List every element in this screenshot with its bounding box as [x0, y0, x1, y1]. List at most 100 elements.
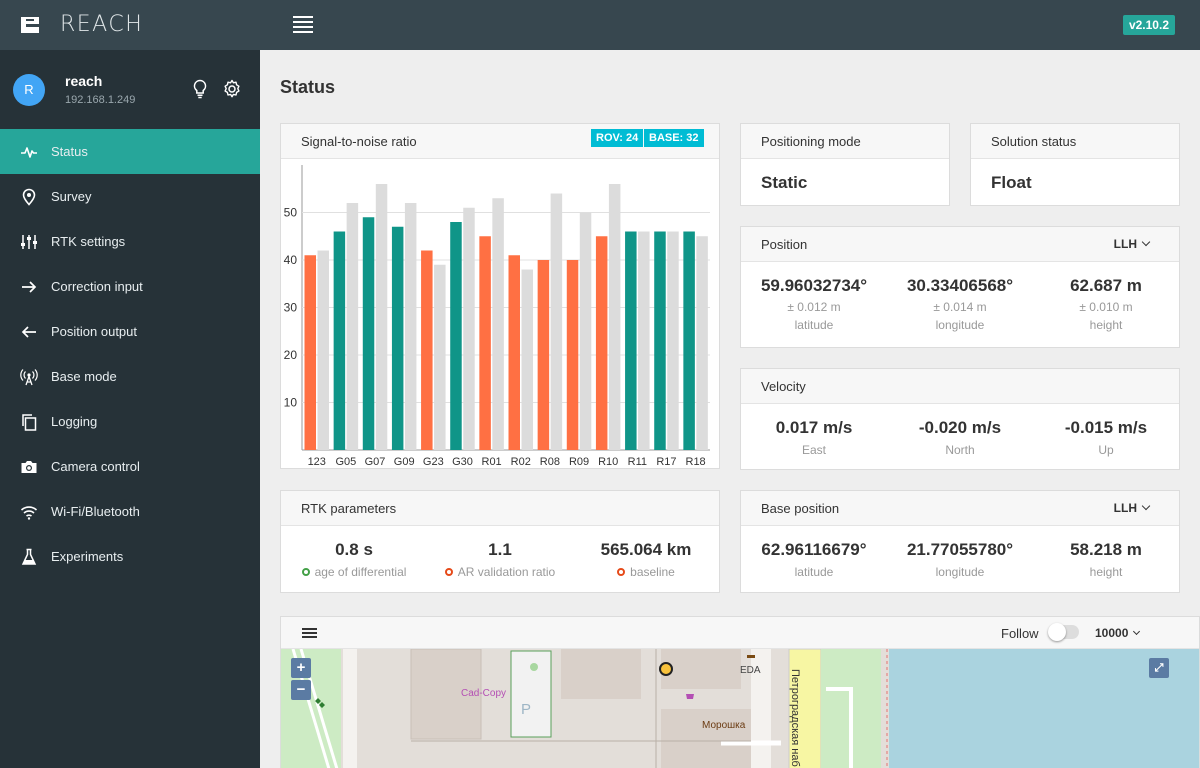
base-bar: [638, 231, 650, 450]
page-title: Status: [280, 77, 336, 97]
base-bar: [346, 203, 359, 450]
chevron-down-icon: [1141, 501, 1151, 511]
status-dot-red-icon: [617, 568, 626, 576]
nav-item-survey[interactable]: Survey: [0, 174, 260, 219]
snr-title: Signal-to-noise ratio: [301, 133, 417, 149]
nav-item-camera-control[interactable]: Camera control: [0, 444, 260, 489]
avatar: R: [13, 74, 45, 106]
height-accuracy: ± 0.010 m: [1079, 300, 1133, 314]
solution-status-header: Solution status: [971, 124, 1179, 159]
chevron-down-icon: [1133, 627, 1141, 636]
positioning-mode-title: Positioning mode: [761, 133, 861, 149]
rover-bar: [391, 226, 404, 450]
base-bar: [463, 207, 475, 450]
velocity-up-value: -0.015 m/s: [1064, 418, 1148, 437]
x-tick-label: R09: [569, 456, 589, 468]
lightbulb-icon[interactable]: [192, 79, 208, 99]
velocity-east-label: East: [801, 443, 826, 457]
nav-item-wifi-bluetooth[interactable]: Wi-Fi/Bluetooth: [0, 489, 260, 534]
nav-item-position-output[interactable]: Position output: [0, 309, 260, 354]
x-tick-label: G05: [335, 456, 356, 468]
velocity-up-block: -0.015 m/s Up: [1033, 418, 1179, 457]
zoom-in-button[interactable]: +: [291, 658, 311, 678]
base-bar: [550, 193, 563, 450]
nav-item-experiments[interactable]: Experiments: [0, 534, 260, 579]
chevron-down-icon: [1141, 237, 1151, 247]
svg-text:Cad-Copy: Cad-Copy: [461, 688, 506, 699]
menu-toggle-icon[interactable]: [293, 16, 313, 34]
arrow-left-icon: [20, 323, 38, 341]
x-tick-label: R01: [482, 456, 502, 468]
svg-text:Морошка: Морошка: [702, 720, 746, 731]
solution-status-card: Solution status Float: [970, 123, 1180, 206]
nav-label: Survey: [51, 189, 92, 204]
base-position-format-value: LLH: [1113, 501, 1137, 515]
rover-bar: [450, 222, 462, 450]
arrow-right-icon: [20, 278, 38, 296]
map-scale-select[interactable]: 10000: [1095, 626, 1141, 640]
map-menu-icon[interactable]: [302, 628, 317, 640]
x-tick-label: G30: [452, 456, 473, 468]
x-tick-label: G07: [365, 456, 386, 468]
solution-status-title: Solution status: [991, 133, 1077, 149]
age-label-text: age of differential: [314, 565, 407, 579]
flask-icon: [20, 548, 38, 566]
nav-item-rtk-settings[interactable]: RTK settings: [0, 219, 260, 264]
base-height-block: 58.218 m height: [1033, 540, 1179, 579]
y-tick-label: 50: [284, 206, 298, 220]
velocity-east-value: 0.017 m/s: [775, 418, 853, 437]
rover-bar: [537, 260, 550, 450]
copy-icon: [20, 413, 38, 431]
base-position-values: 62.96116679° latitude 21.77055780° longi…: [741, 526, 1179, 579]
height-block: 62.687 m ± 0.010 m height: [1033, 276, 1179, 332]
nav-label: Camera control: [51, 459, 140, 474]
map-header: Follow 10000: [281, 617, 1199, 649]
zoom-out-button[interactable]: −: [291, 680, 311, 700]
rover-bar: [683, 231, 695, 450]
rtk-parameters-card: RTK parameters 0.8 s age of differential…: [280, 490, 720, 593]
antenna-icon: [20, 368, 38, 386]
base-longitude-label: longitude: [935, 565, 985, 579]
status-dot-red-icon: [444, 568, 453, 576]
svg-text:P: P: [521, 701, 531, 718]
ar-ratio-label: AR validation ratio: [427, 565, 573, 579]
longitude-block: 30.33406568° ± 0.014 m longitude: [887, 276, 1033, 332]
base-position-format-select[interactable]: LLH: [1113, 501, 1151, 515]
nav-label: Experiments: [51, 549, 124, 564]
nav-label: Wi-Fi/Bluetooth: [51, 504, 140, 519]
follow-toggle[interactable]: [1048, 623, 1079, 641]
nav-item-logging[interactable]: Logging: [0, 399, 260, 444]
position-card: Position LLH 59.96032734° ± 0.012 m lati…: [740, 226, 1180, 348]
rover-bar: [566, 260, 579, 450]
nav-label: Status: [51, 144, 88, 159]
positioning-mode-header: Positioning mode: [741, 124, 949, 159]
position-format-select[interactable]: LLH: [1114, 237, 1151, 251]
latitude-block: 59.96032734° ± 0.012 m latitude: [741, 276, 887, 332]
gear-icon[interactable]: [222, 79, 242, 99]
velocity-up-label: Up: [1098, 443, 1114, 457]
main-content: Status Signal-to-noise ratio ROV: 24 BAS…: [260, 50, 1200, 768]
x-tick-label: R17: [656, 456, 676, 468]
nav-label: Correction input: [51, 279, 143, 294]
nav-item-correction-input[interactable]: Correction input: [0, 264, 260, 309]
base-bar: [317, 250, 329, 450]
x-tick-label: G09: [394, 456, 415, 468]
rover-count-badge: ROV: 24: [591, 129, 644, 147]
y-tick-label: 10: [284, 396, 298, 410]
nav-item-status[interactable]: Status: [0, 129, 260, 174]
nav-item-base-mode[interactable]: Base mode: [0, 354, 260, 399]
x-tick-label: R02: [511, 456, 531, 468]
fullscreen-button[interactable]: ⤢: [1149, 658, 1169, 678]
baseline-label-text: baseline: [630, 565, 675, 579]
rtk-parameters-header: RTK parameters: [281, 491, 719, 526]
rover-bar: [421, 250, 433, 450]
baseline-label: baseline: [573, 565, 719, 579]
base-bar: [434, 264, 446, 450]
velocity-title: Velocity: [761, 378, 806, 394]
base-bar: [667, 231, 679, 450]
map-view[interactable]: Cad-Copy EDA Морошка P Петроградская наб…: [281, 649, 1199, 768]
sliders-icon: [20, 233, 38, 251]
ar-label-text: AR validation ratio: [457, 565, 556, 579]
base-bar: [579, 212, 592, 450]
nav-label: RTK settings: [51, 234, 126, 249]
